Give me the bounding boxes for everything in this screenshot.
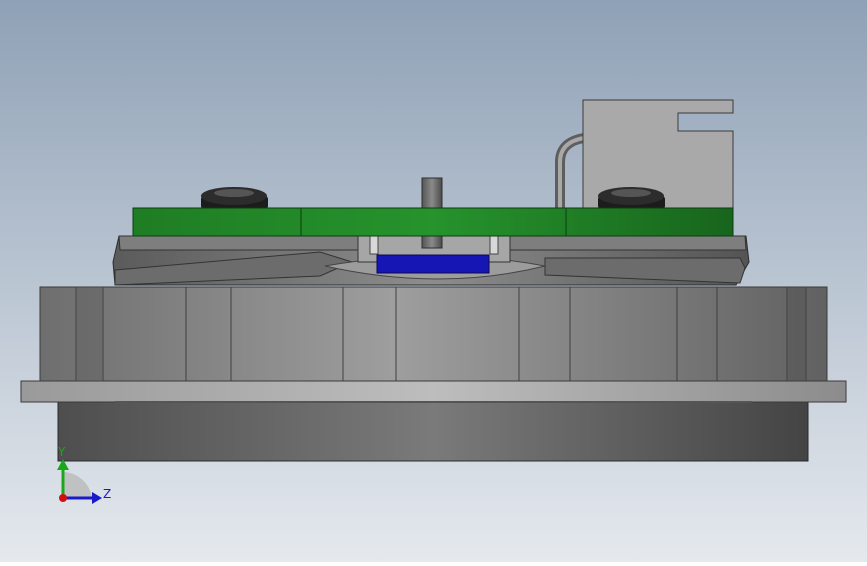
base-cylinder[interactable] xyxy=(57,401,809,462)
screw-head-right[interactable] xyxy=(598,187,665,209)
origin-dot-icon xyxy=(59,494,67,502)
triad-y-label: Y xyxy=(57,445,66,459)
flange-plate[interactable] xyxy=(20,380,847,403)
cad-viewport[interactable]: Y Z xyxy=(0,0,867,562)
sensor-chip[interactable] xyxy=(376,254,490,274)
triad-z-label: Z xyxy=(103,487,111,501)
pcb-board[interactable] xyxy=(132,207,734,237)
screw-head-left[interactable] xyxy=(201,187,268,209)
housing-body[interactable] xyxy=(39,286,828,382)
